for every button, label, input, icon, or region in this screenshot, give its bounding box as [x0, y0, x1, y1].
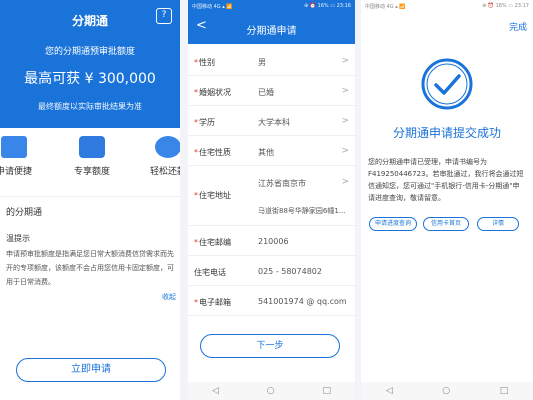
row-label: *性别 [194, 57, 215, 68]
system-nav-bar: ◁ ○ □ [361, 382, 533, 400]
status-bar: 中国移动 4G ▴ 📶 ⊕ ⏰ 16% ▭ 23:16 [192, 3, 351, 10]
preapproved-label: 您的分期通预审批额度 [44, 47, 135, 57]
back-nav-icon[interactable]: ◁ [212, 386, 219, 396]
page-title: 分期通 [71, 14, 108, 28]
row-value: 其他 [258, 148, 274, 157]
feature-exclusive-limit: 专享额度 [62, 136, 122, 177]
chevron-right-icon: > [341, 56, 349, 66]
required-asterisk: * [194, 58, 198, 67]
details-button[interactable]: 详情 [477, 217, 519, 231]
feature-label: 申请便捷 [0, 167, 32, 177]
next-step-button[interactable]: 下一步 [200, 334, 340, 358]
row-label: *学历 [194, 117, 215, 128]
collapse-link[interactable]: 收起 [162, 292, 176, 302]
status-left: 中国移动 4G ▴ 📶 [192, 4, 233, 10]
label-text: 住宅性质 [199, 148, 231, 157]
tip-text: 申请预审批额度是指满足您日常大额消费信贷需求而先开的专项额度，该额度不会占用您信… [6, 250, 174, 286]
max-amount: 最高可获 ¥ 300,000 [24, 71, 156, 87]
row-label: *电子邮箱 [194, 297, 231, 308]
status-right: ⊕ ⏰ 16% ▭ 23:16 [303, 3, 351, 9]
chevron-right-icon: > [341, 177, 349, 187]
apply-now-button[interactable]: 立即申请 [16, 358, 166, 382]
success-message: 您的分期通申请已受理，申请书编号为F419250446723。若审批通过，我行将… [368, 158, 524, 202]
row-value: 大学本科 [258, 118, 290, 127]
form-row-marital[interactable]: *婚姻状况 已婚 > [188, 78, 355, 106]
feature-label: 轻松还款 [149, 167, 180, 177]
form-row-postcode[interactable]: *住宅邮编 210006 [188, 228, 355, 256]
header-bar: 中国移动 4G ▴ 📶 ⊕ ⏰ 16% ▭ 23:16 < 分期通申请 [188, 0, 355, 44]
submission-success-screen: 中国移动 4G ▴ 📶 ⊕ ⏰ 16% ▭ 23:17 完成 分期通申请提交成功… [361, 0, 533, 400]
chevron-right-icon: > [341, 86, 349, 96]
home-nav-icon[interactable]: ○ [267, 386, 275, 396]
row-value-detail: 马道街88号华静家园6幢1... [258, 207, 346, 215]
recents-nav-icon[interactable]: □ [500, 386, 509, 396]
page-title: 分期通申请 [246, 26, 297, 37]
back-nav-icon[interactable]: ◁ [386, 386, 393, 396]
required-asterisk: * [194, 238, 198, 247]
card-stack-icon [79, 136, 105, 158]
row-value: 男 [258, 58, 266, 67]
row-value: 已婚 [258, 88, 274, 97]
form-row-email[interactable]: *电子邮箱 541001974 @ qq.com [188, 288, 355, 316]
credit-card-home-button[interactable]: 信用卡首页 [423, 217, 469, 231]
form-row-education[interactable]: *学历 大学本科 > [188, 108, 355, 136]
label-text: 学历 [199, 118, 215, 127]
success-check-icon [421, 58, 473, 110]
form-row-phone[interactable]: 住宅电话 025 - 58074802 [188, 258, 355, 286]
row-label: *住宅性质 [194, 147, 231, 158]
feature-easy-repay: 轻松还款 [138, 136, 180, 177]
required-asterisk: * [194, 148, 198, 157]
label-text: 婚姻状况 [199, 88, 231, 97]
row-value: 541001974 @ qq.com [258, 297, 347, 306]
row-value: 210006 [258, 237, 289, 246]
row-value: 江苏省南京市 [258, 179, 306, 188]
status-bar-area: 中国移动 4G ▴ 📶 ⊕ ⏰ 16% ▭ 23:17 [361, 0, 533, 14]
required-asterisk: * [194, 118, 198, 127]
done-button[interactable]: 完成 [509, 20, 527, 33]
label-text: 性别 [199, 58, 215, 67]
success-title: 分期通申请提交成功 [392, 126, 501, 140]
installment-intro-screen: 分期通 ? 您的分期通预审批额度 最高可获 ¥ 300,000 最终额度以实际审… [0, 0, 180, 400]
document-icon [1, 136, 27, 158]
row-label: *住宅地址 [194, 190, 231, 201]
label-text: 住宅电话 [194, 268, 226, 277]
progress-query-button[interactable]: 申请进度查询 [369, 217, 417, 231]
application-form-screen: 中国移动 4G ▴ 📶 ⊕ ⏰ 16% ▭ 23:16 < 分期通申请 *性别 … [188, 0, 355, 400]
chevron-right-icon: > [341, 146, 349, 156]
form-row-residence-type[interactable]: *住宅性质 其他 > [188, 138, 355, 166]
form-row-gender[interactable]: *性别 男 > [188, 48, 355, 76]
label-text: 住宅邮编 [199, 238, 231, 247]
label-text: 电子邮箱 [199, 298, 231, 307]
row-label: *婚姻状况 [194, 87, 231, 98]
amount-note: 最终额度以实际审批结果为准 [38, 102, 142, 111]
required-asterisk: * [194, 88, 198, 97]
recents-nav-icon[interactable]: □ [323, 386, 332, 396]
tip-title: 温提示 [6, 234, 30, 243]
chevron-right-icon: > [341, 116, 349, 126]
feature-label: 专享额度 [73, 167, 110, 177]
row-label: *住宅邮编 [194, 237, 231, 248]
hero-banner: 分期通 ? 您的分期通预审批额度 最高可获 ¥ 300,000 最终额度以实际审… [0, 0, 180, 128]
section-title: 的分期通 [0, 196, 180, 222]
required-asterisk: * [194, 191, 198, 200]
form-row-address[interactable]: *住宅地址 江苏省南京市 马道街88号华静家园6幢1... > [188, 168, 355, 226]
help-icon[interactable]: ? [156, 8, 172, 24]
status-right: ⊕ ⏰ 16% ▭ 23:17 [481, 3, 529, 9]
repay-icon [155, 136, 180, 158]
system-nav-bar: ◁ ○ □ [188, 382, 355, 400]
label-text: 住宅地址 [199, 191, 231, 200]
feature-easy-apply: 申请便捷 [0, 136, 44, 177]
status-bar: 中国移动 4G ▴ 📶 ⊕ ⏰ 16% ▭ 23:17 [365, 3, 529, 10]
status-left: 中国移动 4G ▴ 📶 [365, 4, 406, 10]
row-label: 住宅电话 [194, 267, 226, 278]
row-value: 025 - 58074802 [258, 267, 322, 276]
required-asterisk: * [194, 298, 198, 307]
home-nav-icon[interactable]: ○ [442, 386, 450, 396]
